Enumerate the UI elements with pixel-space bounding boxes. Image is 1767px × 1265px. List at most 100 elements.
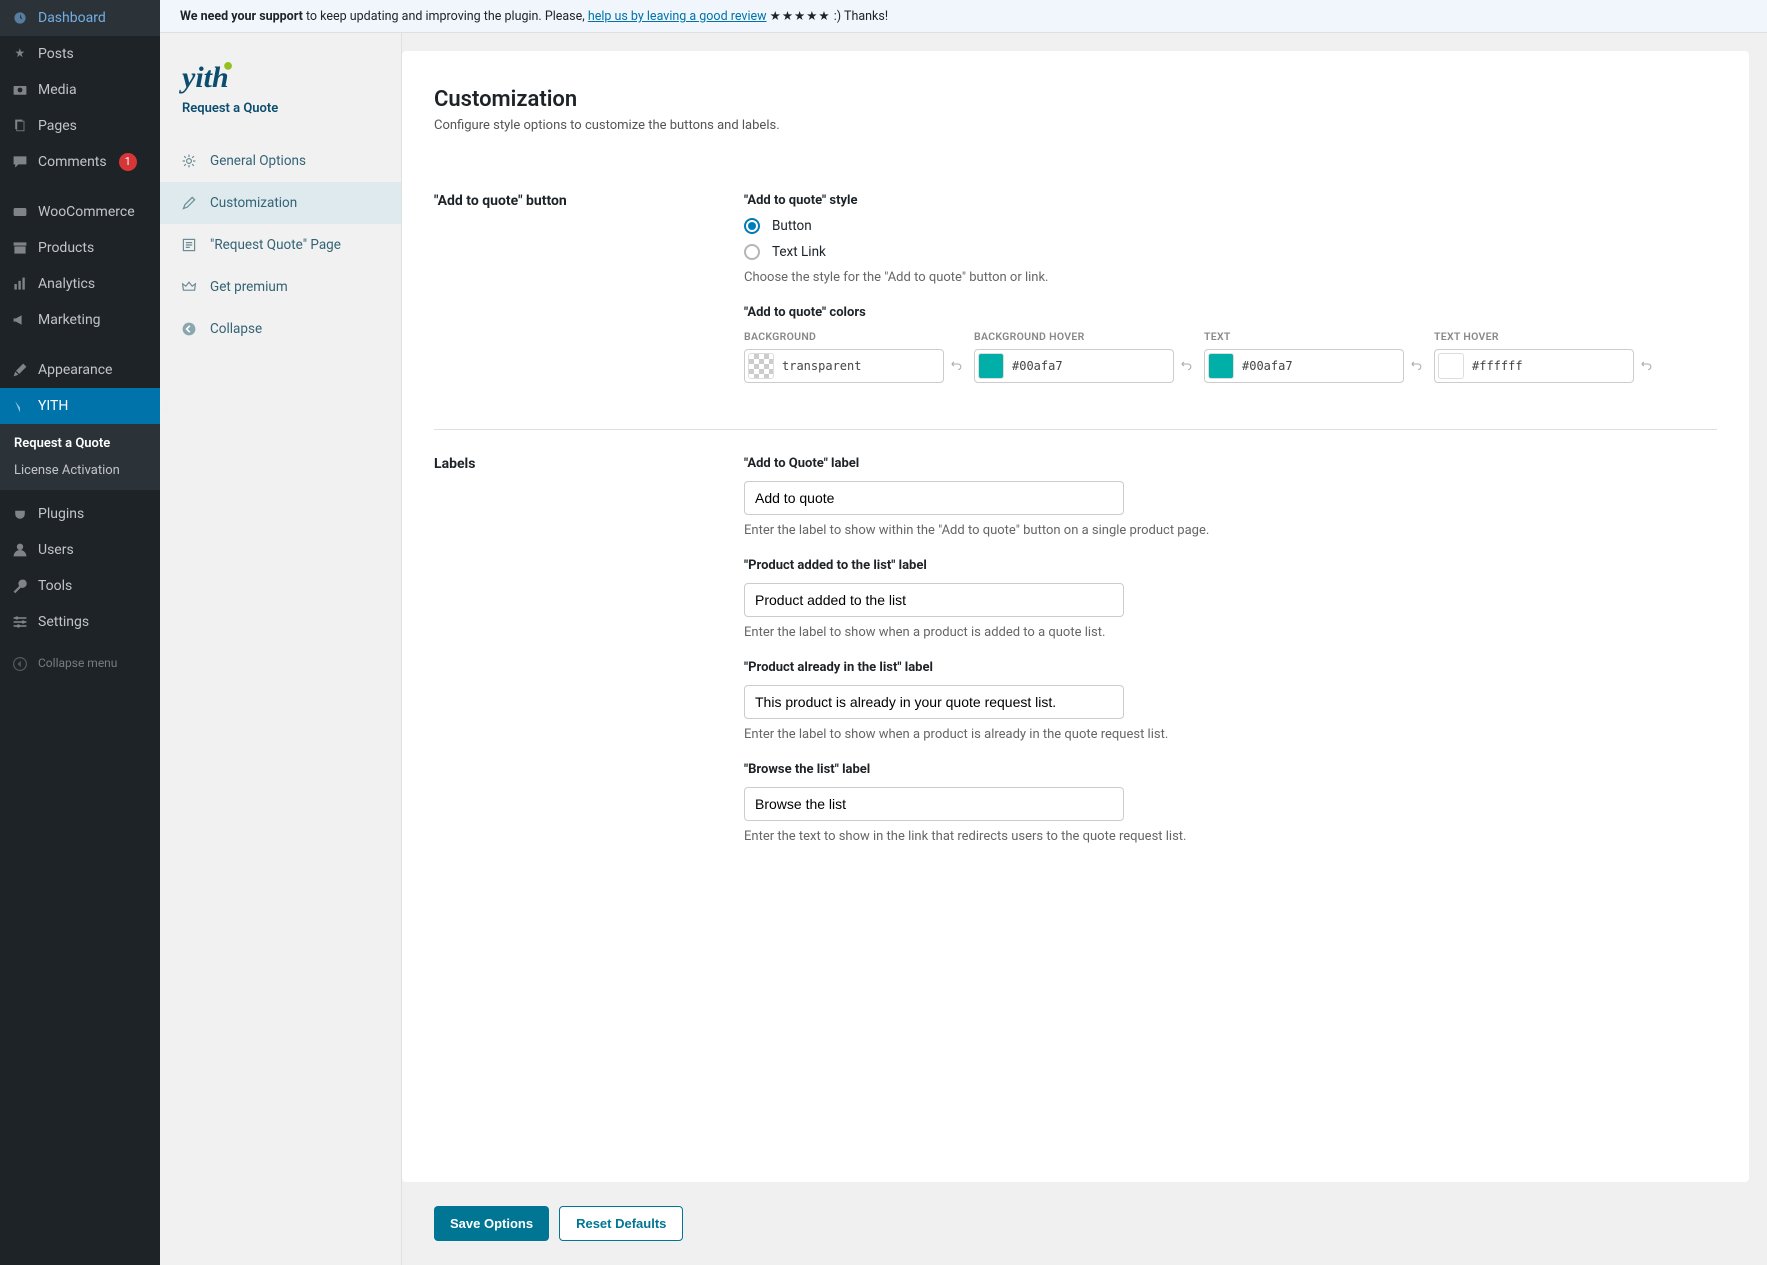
color-swatch[interactable]: [1438, 353, 1464, 379]
sidebar-item-settings[interactable]: Settings: [0, 604, 160, 640]
section-title: "Add to quote" button: [434, 193, 724, 403]
menu-label: Products: [38, 239, 94, 257]
field-label: "Product added to the list" label: [744, 558, 1717, 573]
sidebar-item-dashboard[interactable]: Dashboard: [0, 0, 160, 36]
actions-row: Save Options Reset Defaults: [402, 1182, 1767, 1265]
nav-label: Collapse: [210, 321, 262, 337]
gear-icon: [180, 152, 198, 170]
sidebar-item-plugins[interactable]: Plugins: [0, 496, 160, 532]
yith-plugin-name: Request a Quote: [160, 101, 401, 140]
color-input[interactable]: [974, 349, 1174, 383]
menu-label: Settings: [38, 613, 89, 631]
nav-label: Get premium: [210, 279, 288, 295]
radio-text-link-style[interactable]: [744, 244, 760, 260]
camera-icon: [10, 80, 30, 100]
label-input[interactable]: [744, 787, 1124, 821]
wrench-icon: [10, 576, 30, 596]
yith-nav-general-options[interactable]: General Options: [160, 140, 401, 182]
sidebar-item-media[interactable]: Media: [0, 72, 160, 108]
yith-sidebar: yith● Request a Quote General OptionsCus…: [160, 33, 402, 1265]
yith-nav-collapse[interactable]: Collapse: [160, 308, 401, 350]
menu-label: Marketing: [38, 311, 101, 329]
menu-label: WooCommerce: [38, 203, 135, 221]
color-label: BACKGROUND: [744, 330, 944, 343]
page-description: Configure style options to customize the…: [434, 118, 1717, 133]
nav-label: General Options: [210, 153, 306, 169]
page-title: Customization: [434, 87, 1717, 112]
sidebar-item-products[interactable]: Products: [0, 230, 160, 266]
color-swatch[interactable]: [748, 353, 774, 379]
menu-label: Plugins: [38, 505, 84, 523]
megaphone-icon: [10, 310, 30, 330]
menu-label: Analytics: [38, 275, 95, 293]
sidebar-item-marketing[interactable]: Marketing: [0, 302, 160, 338]
yith-nav-customization[interactable]: Customization: [160, 182, 401, 224]
color-input[interactable]: [1204, 349, 1404, 383]
field-label: "Browse the list" label: [744, 762, 1717, 777]
section-title: Labels: [434, 456, 724, 864]
field-label-colors: "Add to quote" colors: [744, 305, 1717, 320]
field-label: "Product already in the list" label: [744, 660, 1717, 675]
radio-label-button: Button: [772, 218, 812, 234]
radio-button-style[interactable]: [744, 218, 760, 234]
yith-nav--request-quote-page[interactable]: "Request Quote" Page: [160, 224, 401, 266]
user-icon: [10, 540, 30, 560]
reset-color-icon[interactable]: [943, 357, 969, 375]
label-input[interactable]: [744, 583, 1124, 617]
sidebar-item-users[interactable]: Users: [0, 532, 160, 568]
reset-defaults-button[interactable]: Reset Defaults: [559, 1206, 683, 1241]
label-input[interactable]: [744, 481, 1124, 515]
sidebar-item-pages[interactable]: Pages: [0, 108, 160, 144]
reset-color-icon[interactable]: [1403, 357, 1429, 375]
menu-label: Comments: [38, 153, 107, 171]
color-label: BACKGROUND HOVER: [974, 330, 1174, 343]
brush-icon: [10, 360, 30, 380]
submenu-item-license-activation[interactable]: License Activation: [0, 457, 160, 484]
sidebar-item-woocommerce[interactable]: WooCommerce: [0, 194, 160, 230]
sidebar-item-comments[interactable]: Comments1: [0, 144, 160, 180]
page-icon: [10, 116, 30, 136]
pen-icon: [180, 194, 198, 212]
label-field: "Product added to the list" label Enter …: [744, 558, 1717, 640]
yith-nav-get-premium[interactable]: Get premium: [160, 266, 401, 308]
leave-review-link[interactable]: help us by leaving a good review: [588, 9, 767, 24]
sidebar-item-appearance[interactable]: Appearance: [0, 352, 160, 388]
menu-label: Appearance: [38, 361, 112, 379]
color-value-input[interactable]: [1012, 359, 1165, 373]
color-value-input[interactable]: [1472, 359, 1625, 373]
color-input[interactable]: [744, 349, 944, 383]
help-text: Enter the label to show when a product i…: [744, 727, 1717, 742]
sidebar-item-yith[interactable]: YITH: [0, 388, 160, 424]
sidebar-item-posts[interactable]: Posts: [0, 36, 160, 72]
sidebar-item-analytics[interactable]: Analytics: [0, 266, 160, 302]
label-field: "Add to Quote" label Enter the label to …: [744, 456, 1717, 538]
pin-icon: [10, 44, 30, 64]
color-value-input[interactable]: [782, 359, 935, 373]
color-field-background: BACKGROUND: [744, 330, 944, 383]
nav-label: Customization: [210, 195, 297, 211]
color-input[interactable]: [1434, 349, 1634, 383]
submenu-item-request-a-quote[interactable]: Request a Quote: [0, 430, 160, 457]
color-label: TEXT HOVER: [1434, 330, 1634, 343]
menu-label: Dashboard: [38, 9, 106, 27]
label-input[interactable]: [744, 685, 1124, 719]
color-field-background-hover: BACKGROUND HOVER: [974, 330, 1174, 383]
color-swatch[interactable]: [1208, 353, 1234, 379]
help-text: Enter the label to show when a product i…: [744, 625, 1717, 640]
menu-label: Pages: [38, 117, 77, 135]
color-value-input[interactable]: [1242, 359, 1395, 373]
settings-panel: Customization Configure style options to…: [402, 51, 1749, 1182]
review-notice: We need your support to keep updating an…: [160, 0, 1767, 33]
label-field: "Product already in the list" label Ente…: [744, 660, 1717, 742]
chart-icon: [10, 274, 30, 294]
stars-icon: ★★★★★: [770, 9, 831, 24]
color-field-text-hover: TEXT HOVER: [1434, 330, 1634, 383]
sidebar-item-tools[interactable]: Tools: [0, 568, 160, 604]
sidebar-item-collapse-menu[interactable]: Collapse menu: [0, 646, 160, 682]
save-button[interactable]: Save Options: [434, 1206, 549, 1241]
reset-color-icon[interactable]: [1633, 357, 1659, 375]
notice-prefix: We need your support: [180, 9, 306, 24]
help-text: Choose the style for the "Add to quote" …: [744, 270, 1717, 285]
color-swatch[interactable]: [978, 353, 1004, 379]
reset-color-icon[interactable]: [1173, 357, 1199, 375]
